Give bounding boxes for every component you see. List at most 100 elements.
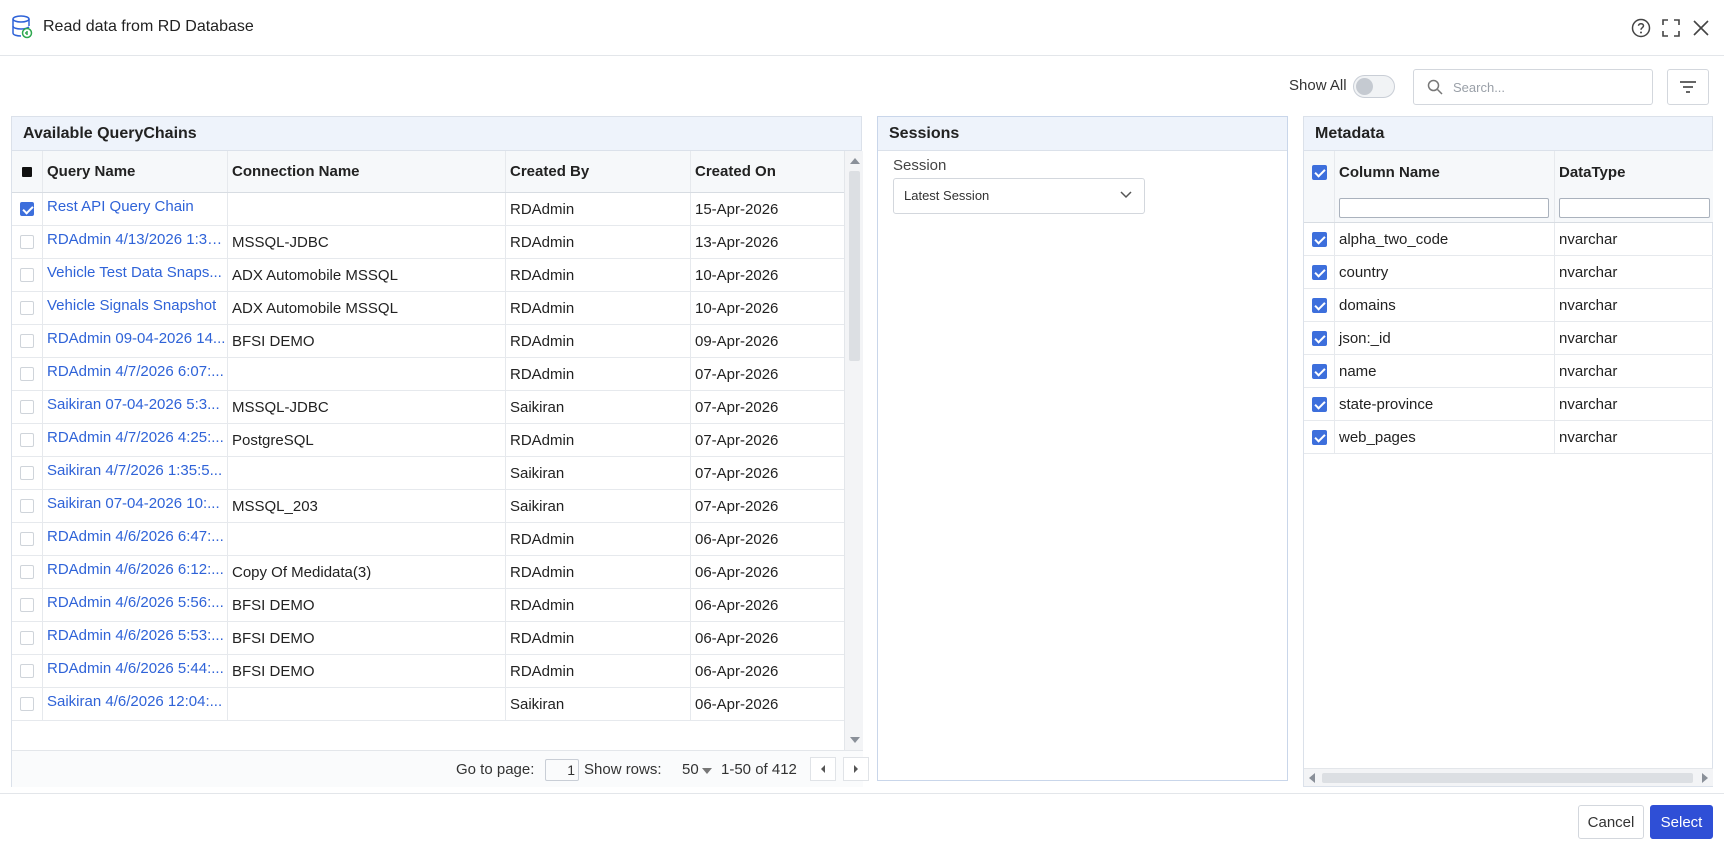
table-row[interactable]: RDAdmin 4/6/2026 5:56:... BFSI DEMO RDAdmi… bbox=[12, 589, 844, 622]
table-row[interactable]: RDAdmin 4/6/2026 5:53:... BFSI DEMO RDAdmi… bbox=[12, 622, 844, 655]
row-checkbox[interactable] bbox=[20, 565, 34, 579]
created-on-cell: 06-Apr-2026 bbox=[695, 629, 779, 647]
column-header-column-name[interactable]: Column Name bbox=[1335, 151, 1555, 193]
query-name-link[interactable]: RDAdmin 4/6/2026 6:12:... bbox=[47, 561, 224, 578]
search-box[interactable] bbox=[1413, 69, 1653, 105]
select-all-checkbox[interactable] bbox=[22, 166, 32, 177]
table-row[interactable]: RDAdmin 4/7/2026 6:07:... RDAdmin 07-Apr-2… bbox=[12, 358, 844, 391]
metadata-row-checkbox[interactable] bbox=[1311, 363, 1327, 379]
query-name-link[interactable]: RDAdmin 4/7/2026 6:07:... bbox=[47, 363, 224, 380]
maximize-icon[interactable] bbox=[1660, 17, 1682, 39]
table-row[interactable]: RDAdmin 4/7/2026 4:25:... PostgreSQL RDAdm… bbox=[12, 424, 844, 457]
table-row[interactable]: RDAdmin 4/13/2026 1:35:... MSSQL-JDBC RDAd… bbox=[12, 226, 844, 259]
table-row[interactable]: RDAdmin 4/6/2026 6:12:... Copy Of Medidat… bbox=[12, 556, 844, 589]
query-name-link[interactable]: RDAdmin 4/6/2026 5:56:... bbox=[47, 594, 224, 611]
table-row[interactable]: Saikiran 07-04-2026 10:... MSSQL_203 Saiki… bbox=[12, 490, 844, 523]
metadata-row-checkbox[interactable] bbox=[1311, 429, 1327, 445]
metadata-header-row: Column Name DataType bbox=[1304, 151, 1713, 193]
search-icon bbox=[1427, 79, 1443, 95]
help-icon[interactable] bbox=[1630, 17, 1652, 39]
column-header-connection-name[interactable]: Connection Name bbox=[228, 151, 506, 192]
table-row[interactable]: Saikiran 4/7/2026 1:35:5... Saikiran 07-Ap… bbox=[12, 457, 844, 490]
column-name-filter-input[interactable] bbox=[1339, 197, 1549, 218]
row-checkbox[interactable] bbox=[20, 202, 34, 216]
row-checkbox[interactable] bbox=[20, 334, 34, 348]
select-button[interactable]: Select bbox=[1650, 805, 1713, 839]
query-chains-header-row: Query Name Connection Name Created By Cr… bbox=[12, 151, 844, 193]
row-checkbox[interactable] bbox=[20, 301, 34, 315]
metadata-row[interactable]: country nvarchar bbox=[1304, 256, 1713, 289]
metadata-row[interactable]: domains nvarchar bbox=[1304, 289, 1713, 322]
metadata-row-checkbox[interactable] bbox=[1311, 396, 1327, 412]
table-row[interactable]: RDAdmin 4/6/2026 6:47:... RDAdmin 06-Apr-2… bbox=[12, 523, 844, 556]
scroll-down-icon[interactable] bbox=[850, 737, 860, 743]
horizontal-scroll-thumb[interactable] bbox=[1322, 773, 1693, 783]
row-checkbox[interactable] bbox=[20, 268, 34, 282]
next-page-button[interactable] bbox=[843, 757, 869, 781]
scroll-thumb[interactable] bbox=[849, 171, 860, 361]
prev-page-button[interactable] bbox=[810, 757, 836, 781]
query-name-link[interactable]: Saikiran 07-04-2026 5:3... bbox=[47, 396, 220, 413]
row-checkbox[interactable] bbox=[20, 235, 34, 249]
metadata-row-checkbox[interactable] bbox=[1311, 264, 1327, 280]
column-header-datatype[interactable]: DataType bbox=[1555, 151, 1713, 193]
horizontal-scrollbar[interactable] bbox=[1304, 768, 1713, 786]
metadata-row[interactable]: name nvarchar bbox=[1304, 355, 1713, 388]
search-input[interactable] bbox=[1453, 79, 1643, 95]
cancel-button[interactable]: Cancel bbox=[1578, 805, 1644, 839]
table-row[interactable]: RDAdmin 09-04-2026 14... BFSI DEMO RDAdmin… bbox=[12, 325, 844, 358]
table-row[interactable]: Saikiran 07-04-2026 5:3... MSSQL-JDBC Saik… bbox=[12, 391, 844, 424]
query-name-link[interactable]: RDAdmin 4/6/2026 5:53:... bbox=[47, 627, 224, 644]
metadata-row[interactable]: alpha_two_code nvarchar bbox=[1304, 223, 1713, 256]
table-row[interactable]: Vehicle Signals Snapshot ADX Automobile M… bbox=[12, 292, 844, 325]
row-checkbox[interactable] bbox=[20, 664, 34, 678]
created-by-cell: RDAdmin bbox=[506, 523, 691, 555]
metadata-row-checkbox[interactable] bbox=[1311, 297, 1327, 313]
column-header-query-name[interactable]: Query Name bbox=[43, 151, 228, 192]
query-name-link[interactable]: Vehicle Test Data Snaps... bbox=[47, 264, 222, 281]
metadata-row[interactable]: json:_id nvarchar bbox=[1304, 322, 1713, 355]
table-row[interactable]: Rest API Query Chain RDAdmin 15-Apr-2026 bbox=[12, 193, 844, 226]
close-icon[interactable] bbox=[1690, 17, 1712, 39]
metadata-row[interactable]: web_pages nvarchar bbox=[1304, 421, 1713, 454]
scroll-right-icon[interactable] bbox=[1702, 773, 1708, 783]
metadata-row-checkbox[interactable] bbox=[1311, 231, 1327, 247]
scroll-up-icon[interactable] bbox=[850, 158, 860, 164]
row-checkbox[interactable] bbox=[20, 631, 34, 645]
row-checkbox[interactable] bbox=[20, 367, 34, 381]
rows-per-page-select[interactable]: 50 bbox=[672, 758, 716, 782]
metadata-row-checkbox[interactable] bbox=[1311, 330, 1327, 346]
metadata-row[interactable]: state-province nvarchar bbox=[1304, 388, 1713, 421]
vertical-scrollbar[interactable] bbox=[844, 151, 863, 750]
session-select[interactable]: Latest Session bbox=[893, 178, 1145, 214]
query-name-link[interactable]: RDAdmin 4/7/2026 4:25:... bbox=[47, 429, 224, 446]
created-by-cell: RDAdmin bbox=[506, 424, 691, 456]
row-checkbox[interactable] bbox=[20, 466, 34, 480]
row-checkbox[interactable] bbox=[20, 598, 34, 612]
row-checkbox[interactable] bbox=[20, 499, 34, 513]
show-all-toggle[interactable] bbox=[1353, 75, 1395, 98]
table-row[interactable]: RDAdmin 4/6/2026 5:44:... BFSI DEMO RDAdmi… bbox=[12, 655, 844, 688]
page-number-input[interactable]: 1 bbox=[545, 759, 579, 781]
filter-button[interactable] bbox=[1667, 69, 1709, 105]
query-name-link[interactable]: Saikiran 07-04-2026 10:... bbox=[47, 495, 220, 512]
datatype-filter-input[interactable] bbox=[1559, 197, 1710, 218]
column-header-created-on[interactable]: Created On bbox=[691, 151, 844, 192]
query-name-link[interactable]: Saikiran 4/6/2026 12:04:... bbox=[47, 693, 222, 710]
metadata-select-all-checkbox[interactable] bbox=[1311, 164, 1327, 180]
row-checkbox[interactable] bbox=[20, 400, 34, 414]
table-row[interactable]: Vehicle Test Data Snaps... ADX Automobile… bbox=[12, 259, 844, 292]
query-name-link[interactable]: Saikiran 4/7/2026 1:35:5... bbox=[47, 462, 222, 479]
query-name-link[interactable]: RDAdmin 4/6/2026 6:47:... bbox=[47, 528, 224, 545]
query-name-link[interactable]: Vehicle Signals Snapshot bbox=[47, 297, 216, 314]
table-row[interactable]: Saikiran 4/6/2026 12:04:... Saikiran 06-Ap… bbox=[12, 688, 844, 721]
row-checkbox[interactable] bbox=[20, 433, 34, 447]
row-checkbox[interactable] bbox=[20, 532, 34, 546]
scroll-left-icon[interactable] bbox=[1309, 773, 1315, 783]
query-name-link[interactable]: RDAdmin 4/13/2026 1:35:... bbox=[47, 231, 226, 248]
query-name-link[interactable]: Rest API Query Chain bbox=[47, 198, 194, 215]
column-header-created-by[interactable]: Created By bbox=[506, 151, 691, 192]
row-checkbox[interactable] bbox=[20, 697, 34, 711]
query-name-link[interactable]: RDAdmin 4/6/2026 5:44:... bbox=[47, 660, 224, 677]
query-name-link[interactable]: RDAdmin 09-04-2026 14... bbox=[47, 330, 225, 347]
